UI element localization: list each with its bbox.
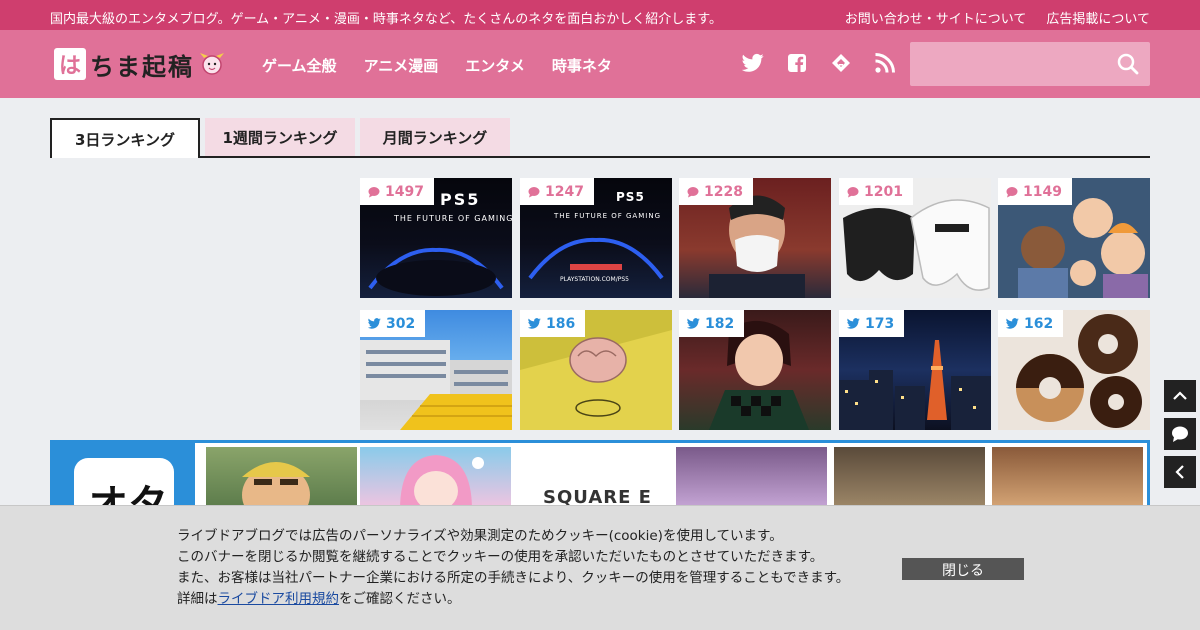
blog-thumbnail[interactable] xyxy=(360,447,511,510)
cookie-line: このバナーを閉じるか閲覧を継続することでクッキーの使用を承認いただいたものとさせ… xyxy=(177,549,824,565)
ranking-item[interactable]: 302 xyxy=(360,310,512,430)
ranking-item[interactable]: 1201 xyxy=(839,178,991,298)
comment-icon xyxy=(1172,426,1188,442)
scroll-top-button[interactable] xyxy=(1164,380,1196,412)
ranking-item[interactable]: 182 xyxy=(679,310,831,430)
tweet-count: 173 xyxy=(865,315,895,332)
ranking-item[interactable]: PS5 THE FUTURE OF GAMING 1497 xyxy=(360,178,512,298)
tweet-count-badge: 182 xyxy=(679,310,745,337)
tweet-count-badge: 302 xyxy=(360,310,426,337)
cookie-text: ライブドアブログでは広告のパーソナライズや効果測定のためクッキー(cookie)… xyxy=(177,526,849,610)
feedly-icon[interactable] xyxy=(830,52,852,74)
anime-face-graphic xyxy=(242,462,310,510)
ranking-item[interactable]: 186 xyxy=(520,310,672,430)
comment-count-badge: 1497 xyxy=(360,178,434,205)
search-icon[interactable] xyxy=(1116,52,1140,76)
tab-month[interactable]: 月間ランキング xyxy=(360,118,510,156)
chevron-up-icon xyxy=(1173,391,1187,400)
comment-count-badge: 1149 xyxy=(998,178,1072,205)
thumbnail-subcaption: THE FUTURE OF GAMING xyxy=(394,214,512,223)
comment-icon xyxy=(687,186,699,197)
top-links: お問い合わせ・サイトについて 広告掲載について xyxy=(845,8,1150,27)
comment-count-badge: 1247 xyxy=(520,178,594,205)
site-header: は ちま起稿 ゲーム全般 アニメ漫画 エンタメ 時事ネタ xyxy=(0,30,1200,98)
ota-blog-box: オタ SQUARE E xyxy=(50,440,1150,518)
comment-icon xyxy=(847,186,859,197)
twitter-icon xyxy=(847,318,860,329)
rss-icon[interactable] xyxy=(874,52,896,74)
tweet-count-badge: 162 xyxy=(998,310,1064,337)
ad-link[interactable]: 広告掲載について xyxy=(1046,8,1150,27)
ranking-item[interactable]: 1228 xyxy=(679,178,831,298)
tweet-count: 186 xyxy=(546,315,576,332)
tweet-count: 182 xyxy=(705,315,735,332)
thumbnail-url: PLAYSTATION.COM/PS5 xyxy=(560,276,629,283)
site-tagline: 国内最大級のエンタメブログ。ゲーム・アニメ・漫画・時事ネタなど、たくさんのネタを… xyxy=(50,12,722,27)
comment-count: 1149 xyxy=(1023,183,1062,200)
cookie-banner: ライブドアブログでは広告のパーソナライズや効果測定のためクッキー(cookie)… xyxy=(0,505,1200,630)
contact-link[interactable]: お問い合わせ・サイトについて xyxy=(845,8,1027,27)
tweet-ranking-row: 302 186 182 173 162 xyxy=(360,310,1150,430)
comment-button[interactable] xyxy=(1164,418,1196,450)
search-input[interactable] xyxy=(910,42,1110,86)
cookie-line: ライブドアブログでは広告のパーソナライズや効果測定のためクッキー(cookie)… xyxy=(177,528,783,544)
social-links xyxy=(742,52,896,74)
top-bar: 国内最大級のエンタメブログ。ゲーム・アニメ・漫画・時事ネタなど、たくさんのネタを… xyxy=(0,0,1200,30)
nav-news[interactable]: 時事ネタ xyxy=(552,55,612,76)
comment-count: 1201 xyxy=(864,183,903,200)
twitter-icon[interactable] xyxy=(742,52,764,74)
comment-count-badge: 1201 xyxy=(839,178,913,205)
cookie-line-suffix: をご確認ください。 xyxy=(339,591,461,607)
twitter-icon xyxy=(687,318,700,329)
comment-icon xyxy=(1006,186,1018,197)
ps5-logo-text: PS5 xyxy=(616,190,645,204)
blog-thumbnail[interactable] xyxy=(676,447,827,510)
blog-thumbnail[interactable] xyxy=(834,447,985,510)
twitter-icon xyxy=(528,318,541,329)
comment-count: 1497 xyxy=(385,183,424,200)
tweet-count: 302 xyxy=(386,315,416,332)
nav-anime[interactable]: アニメ漫画 xyxy=(364,55,439,76)
comment-icon xyxy=(368,186,380,197)
tab-1week[interactable]: 1週間ランキング xyxy=(205,118,355,156)
tweet-count: 162 xyxy=(1024,315,1054,332)
logo-mark: は xyxy=(54,48,86,80)
blog-thumbnail-strip: SQUARE E xyxy=(195,443,1147,510)
blog-thumbnail[interactable] xyxy=(206,447,357,510)
logo-text: ちま起稿 xyxy=(90,51,194,81)
chevron-left-icon xyxy=(1175,465,1184,479)
site-logo[interactable]: は ちま起稿 xyxy=(54,47,226,81)
search-box xyxy=(910,42,1150,86)
ranking-item[interactable]: 1149 xyxy=(998,178,1150,298)
tab-3day[interactable]: 3日ランキング xyxy=(50,118,200,158)
prev-button[interactable] xyxy=(1164,456,1196,488)
mascot-icon xyxy=(200,53,224,75)
nav-game[interactable]: ゲーム全般 xyxy=(262,55,337,76)
tweet-count-badge: 186 xyxy=(520,310,586,337)
ranking-item[interactable]: 173 xyxy=(839,310,991,430)
ranking-tabs: 3日ランキング 1週間ランキング 月間ランキング xyxy=(50,118,1150,158)
anime-girl-graphic xyxy=(400,455,484,510)
comment-count: 1247 xyxy=(545,183,584,200)
ranking-item[interactable]: PS5 THE FUTURE OF GAMING PLAYSTATION.COM… xyxy=(520,178,672,298)
ranking-item[interactable]: 162 xyxy=(998,310,1150,430)
twitter-icon xyxy=(1006,318,1019,329)
comment-count: 1228 xyxy=(704,183,743,200)
comment-icon xyxy=(528,186,540,197)
twitter-icon xyxy=(368,318,381,329)
facebook-icon[interactable] xyxy=(786,52,808,74)
blog-thumbnail[interactable] xyxy=(992,447,1143,510)
cookie-line-prefix: 詳細は xyxy=(177,591,218,607)
comment-count-badge: 1228 xyxy=(679,178,753,205)
nav-entame[interactable]: エンタメ xyxy=(465,55,525,76)
tweet-count-badge: 173 xyxy=(839,310,905,337)
thumbnail-subcaption: THE FUTURE OF GAMING xyxy=(554,212,661,220)
cookie-close-button[interactable]: 閉じる xyxy=(902,558,1024,580)
cookie-line: また、お客様は当社パートナー企業における所定の手続きにより、クッキーの使用を管理… xyxy=(177,570,850,586)
main-nav: ゲーム全般 アニメ漫画 エンタメ 時事ネタ xyxy=(262,55,612,76)
cookie-line: 詳細はライブドア利用規約をご確認ください。 xyxy=(177,589,849,610)
comment-ranking-row: PS5 THE FUTURE OF GAMING 1497 PS5 THE FU… xyxy=(360,178,1150,298)
terms-link[interactable]: ライブドア利用規約 xyxy=(218,591,340,607)
ps5-logo-text: PS5 xyxy=(440,190,481,209)
